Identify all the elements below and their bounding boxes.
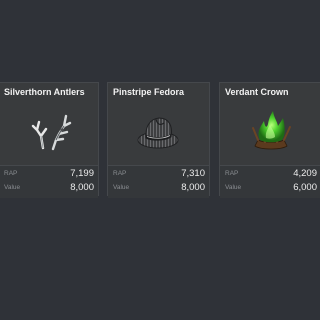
rap-row: RAP 7,199: [0, 168, 98, 182]
item-stats: RAP 7,310 Value 8,000: [108, 165, 209, 198]
rap-label: RAP: [113, 170, 127, 177]
item-stats: RAP 4,209 Value 6,000: [220, 165, 320, 198]
item-name[interactable]: Pinstripe Fedora: [113, 87, 184, 97]
rap-row: RAP 7,310: [108, 168, 209, 182]
item-stats: RAP 7,199 Value 8,000: [0, 165, 98, 198]
green-crown-icon: [251, 111, 291, 150]
rap-label: RAP: [4, 170, 18, 177]
fedora-hat-icon: [137, 117, 178, 149]
rap-value: 4,209: [293, 168, 317, 179]
rap-value: 7,310: [181, 168, 205, 179]
item-card-pinstripe-fedora[interactable]: Pinstripe Fedora RAP 7,310 Value 8,000: [107, 82, 210, 198]
antlers-icon: [31, 114, 71, 151]
item-card-silverthorn-antlers[interactable]: Silverthorn Antlers RAP 7,199 Value 8,00…: [0, 82, 99, 198]
item-thumbnail[interactable]: [220, 101, 320, 161]
rap-label: RAP: [225, 170, 239, 177]
value-amount: 8,000: [181, 182, 205, 193]
value-label: Value: [113, 184, 130, 191]
item-card-verdant-crown[interactable]: Verdant Crown RAP 4,209 Value 6,000: [219, 82, 320, 198]
item-name[interactable]: Verdant Crown: [225, 87, 289, 97]
value-row: Value 6,000: [220, 182, 320, 196]
value-amount: 6,000: [293, 182, 317, 193]
item-thumbnail[interactable]: [108, 101, 209, 161]
rap-value: 7,199: [70, 168, 94, 179]
value-row: Value 8,000: [0, 182, 98, 196]
value-label: Value: [4, 184, 21, 191]
rap-row: RAP 4,209: [220, 168, 320, 182]
value-row: Value 8,000: [108, 182, 209, 196]
value-amount: 8,000: [70, 182, 94, 193]
value-label: Value: [225, 184, 242, 191]
item-grid: Silverthorn Antlers RAP 7,199 Value 8,00…: [0, 0, 320, 320]
item-thumbnail[interactable]: [0, 101, 98, 161]
item-name[interactable]: Silverthorn Antlers: [4, 87, 85, 97]
